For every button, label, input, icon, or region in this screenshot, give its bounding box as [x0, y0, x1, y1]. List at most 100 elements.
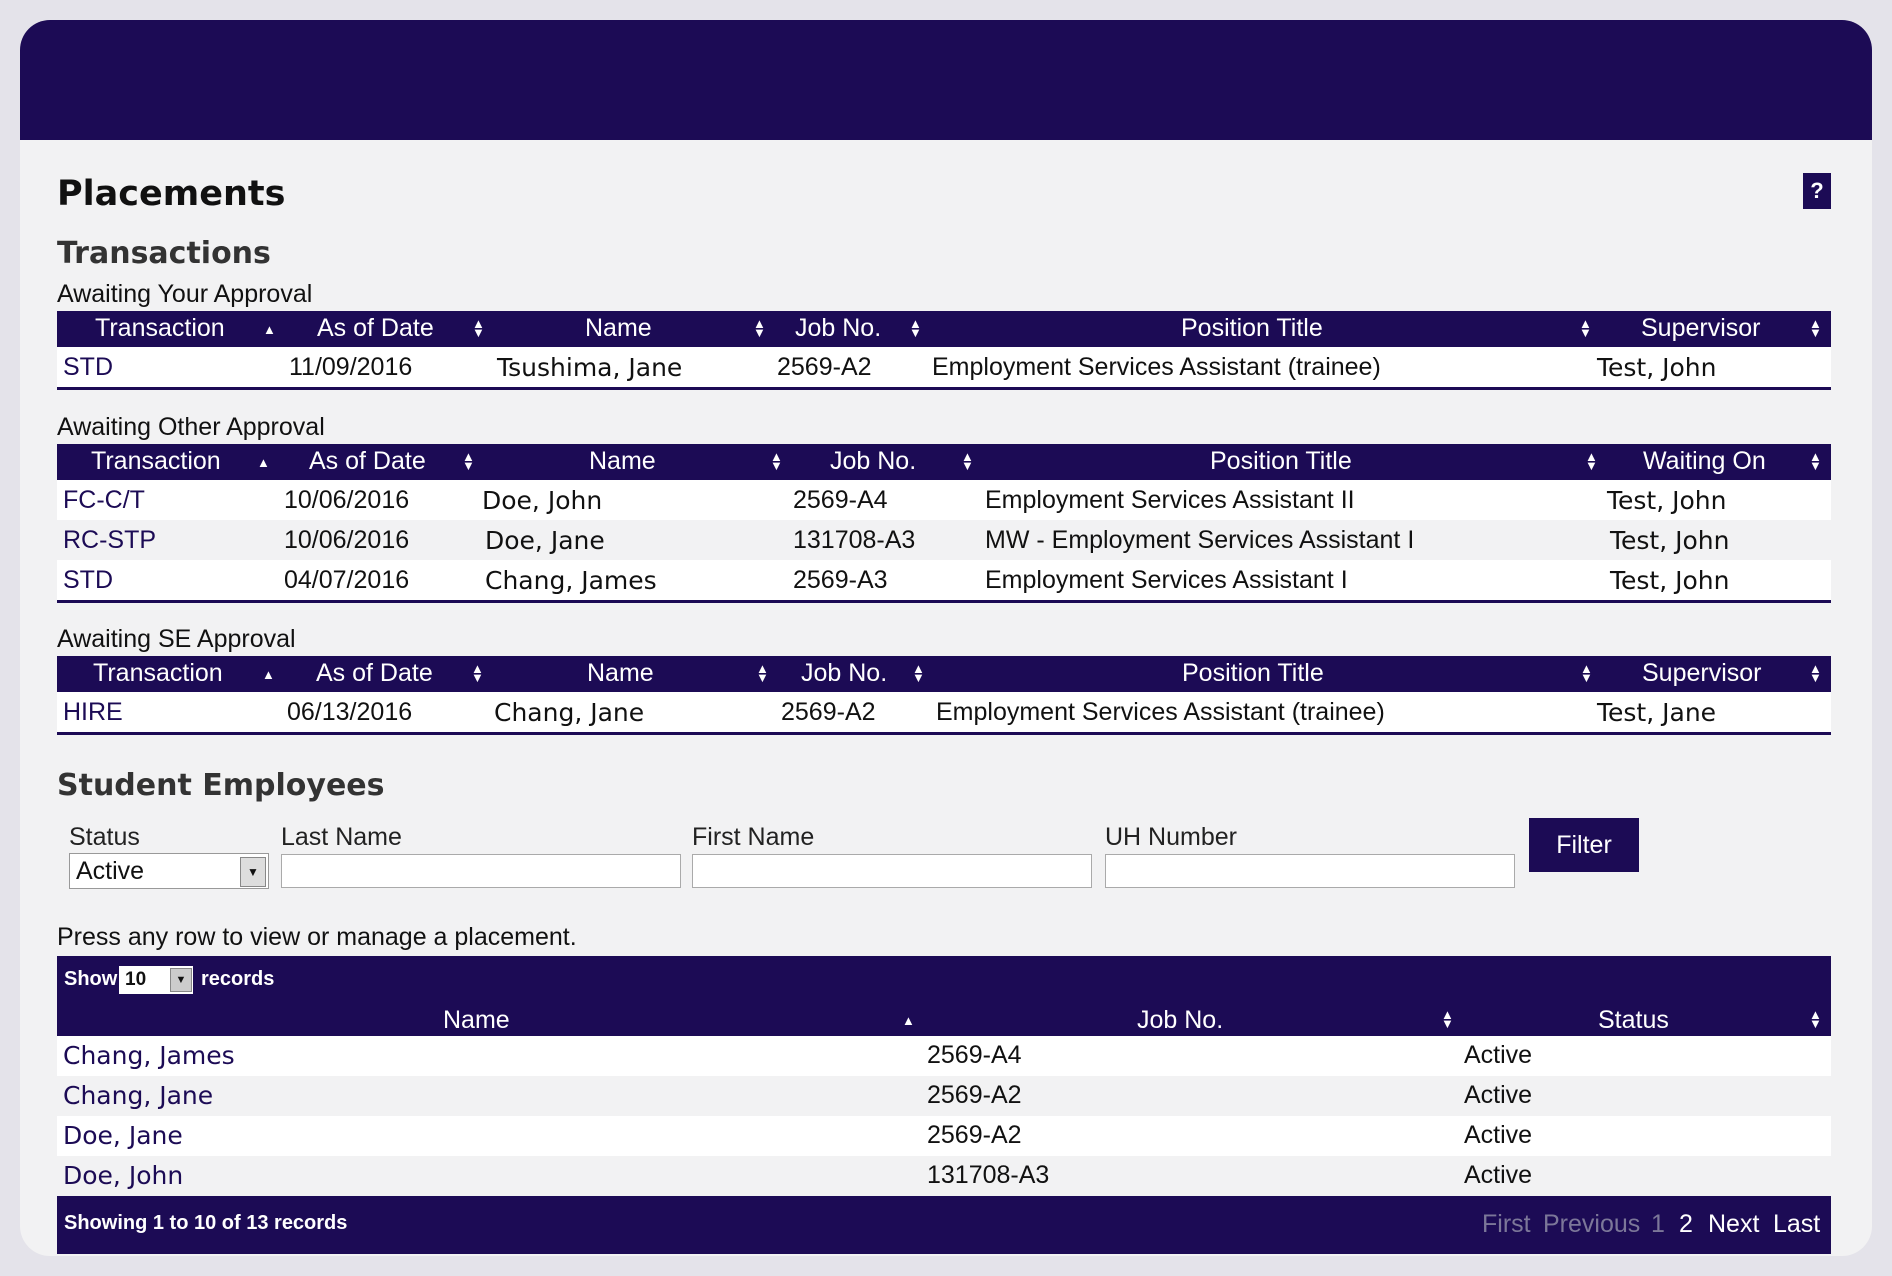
sort-icon[interactable]: ▲ ▼	[1809, 662, 1822, 684]
col-transaction[interactable]: Transaction	[91, 447, 221, 476]
cell-job: 2569-A2	[927, 1121, 1022, 1149]
first-name-input[interactable]	[692, 854, 1092, 888]
sort-asc-icon[interactable]: ▲	[257, 456, 270, 469]
table-row[interactable]: RC-STP 10/06/2016 Doe, Jane 131708-A3 MW…	[57, 520, 1831, 560]
cell-waiting-on: Test, John	[1610, 566, 1730, 595]
sort-asc-icon[interactable]: ▲	[902, 1014, 915, 1027]
sort-icon[interactable]: ▲ ▼	[462, 450, 475, 472]
cell-waiting-on: Test, John	[1607, 486, 1727, 515]
col-job-no[interactable]: Job No.	[1137, 1006, 1223, 1035]
col-name[interactable]: Name	[587, 659, 654, 688]
table-row[interactable]: STD 04/07/2016 Chang, James 2569-A3 Empl…	[57, 560, 1831, 600]
pagination-last[interactable]: Last	[1773, 1210, 1820, 1239]
cell-job: 131708-A3	[793, 526, 916, 554]
table-row[interactable]: Doe, John 131708-A3 Active	[57, 1156, 1831, 1196]
show-label: Show	[64, 968, 118, 990]
pagination-next[interactable]: Next	[1708, 1210, 1759, 1239]
col-job-no[interactable]: Job No.	[830, 447, 916, 476]
uh-number-input[interactable]	[1105, 854, 1515, 888]
pagination-page-1[interactable]: 1	[1651, 1210, 1665, 1239]
sort-icon[interactable]: ▲ ▼	[909, 317, 922, 339]
cell-title: MW - Employment Services Assistant I	[985, 526, 1415, 554]
sort-icon[interactable]: ▲ ▼	[961, 450, 974, 472]
sort-icon[interactable]: ▲ ▼	[471, 662, 484, 684]
sort-icon[interactable]: ▲ ▼	[756, 662, 769, 684]
cell-job: 131708-A3	[927, 1161, 1050, 1189]
help-button[interactable]: ?	[1803, 173, 1831, 209]
cell-supervisor: Test, Jane	[1597, 698, 1717, 727]
pagination-first[interactable]: First	[1482, 1210, 1531, 1239]
cell-transaction: HIRE	[63, 698, 123, 726]
cell-name: Doe, John	[63, 1161, 184, 1190]
page-title: Placements	[57, 174, 286, 214]
sort-icon[interactable]: ▲ ▼	[770, 450, 783, 472]
last-name-label: Last Name	[281, 823, 402, 851]
col-position-title[interactable]: Position Title	[1182, 659, 1324, 688]
pagination-previous[interactable]: Previous	[1543, 1210, 1640, 1239]
col-as-of-date[interactable]: As of Date	[309, 447, 426, 476]
col-position-title[interactable]: Position Title	[1210, 447, 1352, 476]
col-supervisor[interactable]: Supervisor	[1641, 314, 1761, 343]
table-row[interactable]: FC-C/T 10/06/2016 Doe, John 2569-A4 Empl…	[57, 480, 1831, 520]
col-transaction[interactable]: Transaction	[95, 314, 225, 343]
col-job-no[interactable]: Job No.	[801, 659, 887, 688]
col-supervisor[interactable]: Supervisor	[1642, 659, 1762, 688]
table-header: Transaction ▲ As of Date ▲ ▼ Name ▲ ▼ Job …	[57, 311, 1831, 347]
sort-icon[interactable]: ▲ ▼	[1580, 662, 1593, 684]
sort-icon[interactable]: ▲ ▼	[1809, 450, 1822, 472]
chevron-down-icon: ▼	[240, 857, 266, 887]
page-size-select[interactable]: 10 ▼	[119, 966, 193, 994]
table-header: Transaction ▲ As of Date ▲ ▼ Name ▲ ▼ Job …	[57, 444, 1831, 480]
records-label: records	[201, 968, 275, 990]
col-name[interactable]: Name	[443, 1006, 510, 1035]
transactions-heading: Transactions	[57, 236, 271, 271]
col-job-no[interactable]: Job No.	[795, 314, 881, 343]
cell-date: 11/09/2016	[289, 353, 413, 381]
table-row[interactable]: Doe, Jane 2569-A2 Active	[57, 1116, 1831, 1156]
col-waiting-on[interactable]: Waiting On	[1643, 447, 1766, 476]
status-select[interactable]: Active ▼	[69, 853, 269, 889]
cell-status: Active	[1464, 1161, 1533, 1189]
pagination-page-2[interactable]: 2	[1679, 1210, 1693, 1239]
col-name[interactable]: Name	[585, 314, 652, 343]
col-position-title[interactable]: Position Title	[1181, 314, 1323, 343]
sort-icon[interactable]: ▲ ▼	[472, 317, 485, 339]
sort-icon[interactable]: ▲ ▼	[912, 662, 925, 684]
other-approval-label: Awaiting Other Approval	[57, 413, 325, 441]
col-name[interactable]: Name	[589, 447, 656, 476]
se-approval-table: Transaction ▲ As of Date ▲ ▼ Name ▲ ▼ Job …	[57, 656, 1831, 735]
status-value: Active	[76, 857, 145, 885]
sort-icon[interactable]: ▲ ▼	[753, 317, 766, 339]
filter-button[interactable]: Filter	[1529, 818, 1639, 872]
other-approval-table: Transaction ▲ As of Date ▲ ▼ Name ▲ ▼ Job …	[57, 444, 1831, 603]
sort-icon[interactable]: ▲ ▼	[1579, 317, 1592, 339]
sort-icon[interactable]: ▲ ▼	[1809, 1008, 1822, 1030]
col-as-of-date[interactable]: As of Date	[316, 659, 433, 688]
table-row[interactable]: STD 11/09/2016 Tsushima, Jane 2569-A2 Em…	[57, 347, 1831, 387]
cell-job: 2569-A2	[781, 698, 876, 726]
uh-number-label: UH Number	[1105, 823, 1237, 851]
instruction-text: Press any row to view or manage a placem…	[57, 923, 577, 951]
table-row[interactable]: Chang, James 2569-A4 Active	[57, 1036, 1831, 1076]
cell-name: Chang, Jane	[494, 698, 645, 727]
cell-name: Chang, James	[485, 566, 657, 595]
col-transaction[interactable]: Transaction	[93, 659, 223, 688]
table-row[interactable]: HIRE 06/13/2016 Chang, Jane 2569-A2 Empl…	[57, 692, 1831, 732]
first-name-label: First Name	[692, 823, 815, 851]
cell-job: 2569-A4	[793, 486, 888, 514]
cell-title: Employment Services Assistant (trainee)	[936, 698, 1385, 726]
cell-name: Tsushima, Jane	[497, 353, 683, 382]
chevron-down-icon: ▼	[170, 968, 192, 992]
last-name-input[interactable]	[281, 854, 681, 888]
col-status[interactable]: Status	[1598, 1006, 1669, 1035]
sort-icon[interactable]: ▲ ▼	[1585, 450, 1598, 472]
sort-icon[interactable]: ▲ ▼	[1441, 1008, 1454, 1030]
top-banner	[20, 20, 1872, 140]
col-as-of-date[interactable]: As of Date	[317, 314, 434, 343]
sort-asc-icon[interactable]: ▲	[263, 323, 276, 336]
table-row[interactable]: Chang, Jane 2569-A2 Active	[57, 1076, 1831, 1116]
cell-title: Employment Services Assistant I	[985, 566, 1348, 594]
cell-transaction: STD	[63, 353, 113, 381]
sort-asc-icon[interactable]: ▲	[262, 668, 275, 681]
sort-icon[interactable]: ▲ ▼	[1809, 317, 1822, 339]
